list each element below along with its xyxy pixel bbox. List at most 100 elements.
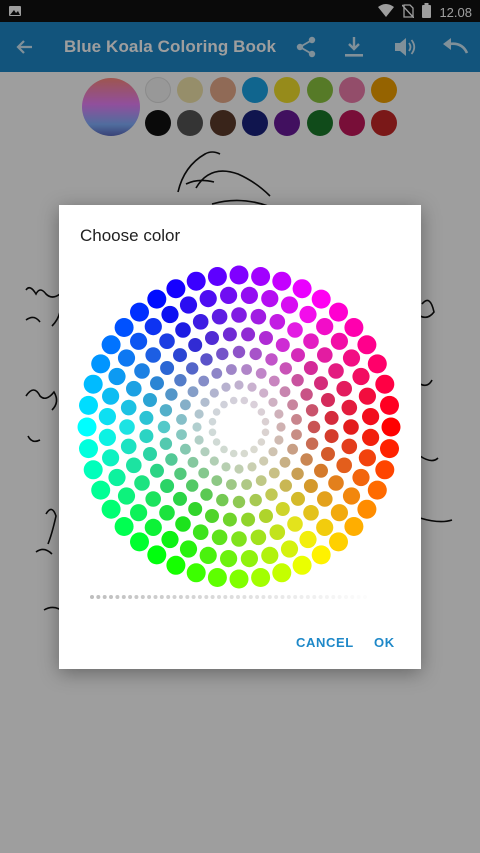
lightness-dot[interactable] [261, 595, 266, 599]
color-dot[interactable] [344, 517, 364, 536]
color-dot[interactable] [268, 447, 278, 457]
color-dot[interactable] [173, 348, 187, 363]
color-dot[interactable] [143, 447, 157, 461]
color-dot[interactable] [307, 420, 321, 434]
color-dot[interactable] [114, 517, 134, 536]
color-dot[interactable] [250, 308, 267, 325]
color-dot[interactable] [287, 516, 303, 532]
lightness-dot[interactable] [147, 595, 152, 599]
color-dot[interactable] [299, 305, 317, 324]
color-dot[interactable] [279, 386, 291, 398]
color-dot[interactable] [317, 491, 333, 507]
color-dot[interactable] [229, 265, 249, 285]
color-dot[interactable] [367, 354, 387, 374]
color-dot[interactable] [229, 396, 238, 405]
color-dot[interactable] [159, 404, 173, 417]
cancel-button[interactable]: CANCEL [296, 635, 354, 650]
color-dot[interactable] [157, 420, 171, 434]
color-dot[interactable] [352, 367, 370, 386]
color-dot[interactable] [255, 475, 267, 486]
color-dot[interactable] [291, 414, 302, 425]
color-dot[interactable] [305, 437, 319, 450]
color-dot[interactable] [207, 267, 227, 286]
color-dot[interactable] [209, 388, 219, 398]
color-dot[interactable] [91, 354, 111, 374]
color-dot[interactable] [186, 479, 199, 492]
color-dot[interactable] [150, 463, 164, 478]
color-dot[interactable] [240, 550, 258, 568]
color-dot[interactable] [291, 467, 304, 480]
color-dot[interactable] [231, 531, 247, 547]
color-dot[interactable] [108, 367, 126, 386]
color-dot[interactable] [352, 468, 370, 487]
color-dot[interactable] [274, 409, 284, 419]
color-dot[interactable] [186, 362, 199, 375]
color-dot[interactable] [269, 314, 286, 330]
color-dot[interactable] [292, 555, 312, 575]
color-dot[interactable] [180, 399, 191, 411]
lightness-dot[interactable] [185, 595, 190, 599]
color-dot[interactable] [268, 397, 278, 407]
lightness-dot[interactable] [356, 595, 361, 599]
lightness-dot[interactable] [344, 595, 348, 599]
color-dot[interactable] [329, 302, 348, 322]
color-dot[interactable] [221, 382, 231, 392]
color-dot[interactable] [240, 286, 258, 304]
color-dot[interactable] [328, 475, 344, 491]
color-dot[interactable] [328, 363, 344, 379]
color-dot[interactable] [79, 439, 98, 459]
color-dot[interactable] [255, 368, 267, 379]
color-dot[interactable] [291, 429, 302, 440]
lightness-dot[interactable] [166, 595, 171, 599]
color-dot[interactable] [200, 353, 213, 366]
color-dot[interactable] [274, 435, 284, 445]
color-dot[interactable] [259, 331, 273, 345]
color-dot[interactable] [139, 429, 154, 444]
color-dot[interactable] [212, 438, 221, 446]
color-dot[interactable] [216, 493, 229, 507]
color-dot[interactable] [102, 449, 120, 467]
color-dot[interactable] [114, 318, 134, 337]
color-dot[interactable] [187, 456, 199, 468]
lightness-dot[interactable] [128, 595, 133, 599]
lightness-dot[interactable] [318, 595, 323, 599]
color-dot[interactable] [205, 509, 219, 523]
color-dot[interactable] [159, 333, 175, 349]
color-dot[interactable] [343, 419, 359, 435]
color-dot[interactable] [241, 364, 253, 375]
color-dot[interactable] [249, 347, 262, 361]
color-dot[interactable] [166, 279, 186, 299]
lightness-dot[interactable] [286, 595, 291, 599]
color-dot[interactable] [342, 349, 361, 367]
color-dot[interactable] [321, 393, 335, 407]
color-dot[interactable] [292, 279, 312, 299]
color-dot[interactable] [198, 467, 210, 479]
color-dot[interactable] [342, 487, 361, 505]
color-dot[interactable] [287, 399, 298, 411]
lightness-dot[interactable] [267, 595, 272, 599]
color-dot[interactable] [358, 387, 376, 405]
color-dot[interactable] [91, 480, 111, 500]
color-dot[interactable] [303, 333, 319, 349]
color-dot[interactable] [150, 376, 164, 391]
color-dot[interactable] [241, 327, 256, 342]
color-dot[interactable] [220, 550, 238, 568]
color-dot[interactable] [259, 388, 269, 398]
color-dot[interactable] [173, 491, 187, 506]
color-dot[interactable] [200, 397, 210, 407]
color-dot[interactable] [120, 399, 137, 416]
color-dot[interactable] [180, 443, 191, 455]
color-dot[interactable] [126, 457, 142, 474]
lightness-dot[interactable] [191, 595, 196, 599]
color-dot[interactable] [192, 524, 209, 540]
color-dot[interactable] [268, 467, 280, 479]
color-dot[interactable] [375, 374, 395, 394]
color-dot[interactable] [194, 409, 204, 419]
color-dot[interactable] [187, 386, 199, 398]
color-dot[interactable] [174, 467, 187, 480]
color-dot[interactable] [311, 289, 331, 309]
color-dot[interactable] [380, 395, 399, 415]
color-dot[interactable] [211, 529, 228, 546]
color-dot[interactable] [261, 428, 270, 437]
color-dot[interactable] [161, 305, 179, 324]
